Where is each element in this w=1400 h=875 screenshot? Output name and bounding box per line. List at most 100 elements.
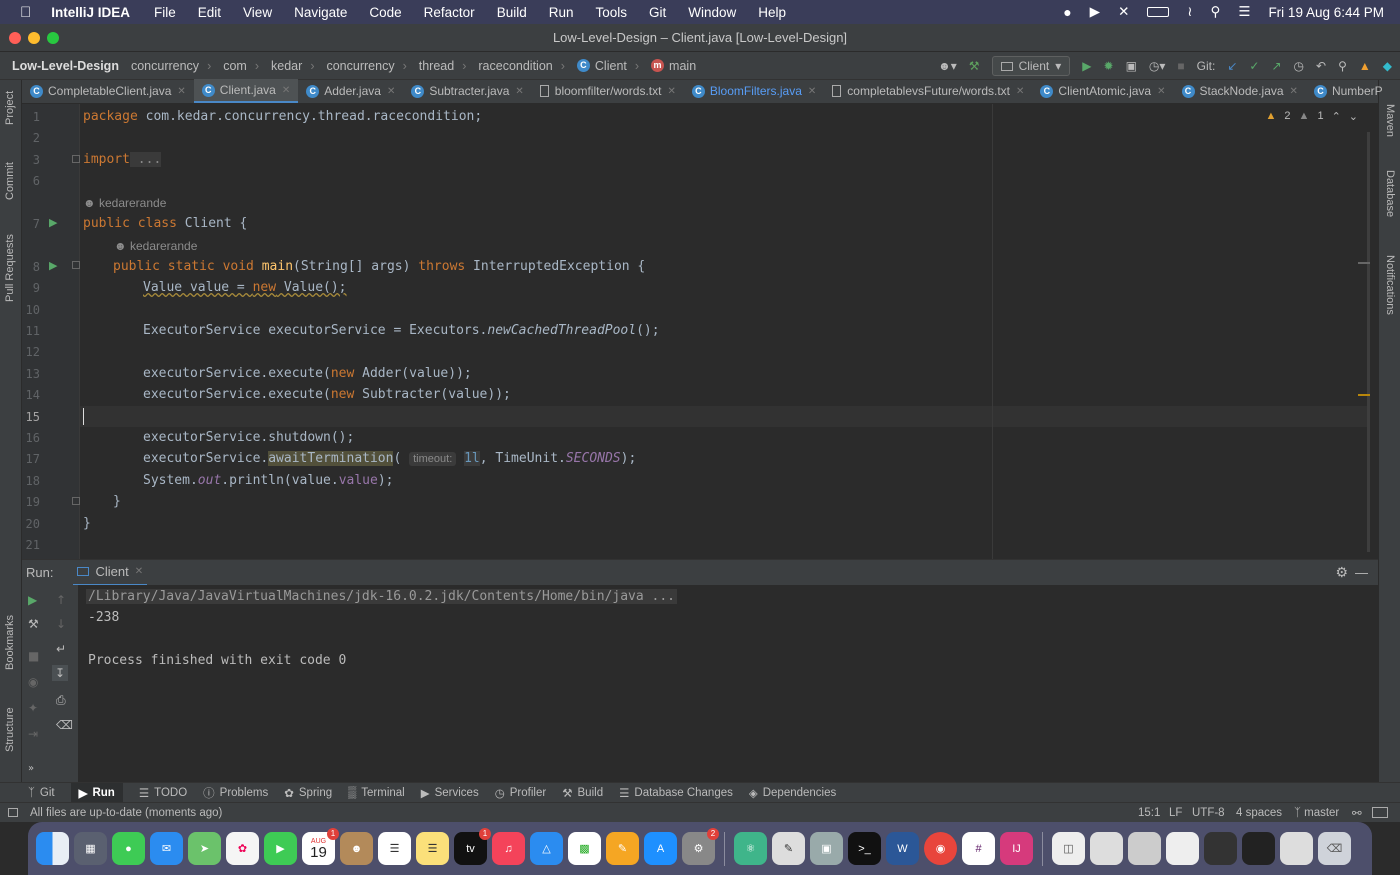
close-icon[interactable]: ✕ [135, 566, 143, 577]
run-gutter-icon[interactable]: ▶ [49, 216, 57, 229]
close-icon[interactable]: ✕ [282, 85, 290, 96]
next-highlight-icon[interactable]: ⌄ [1349, 110, 1358, 123]
exit-icon[interactable]: ⇥ [28, 727, 38, 741]
control-center-icon[interactable]: ☰ [1238, 4, 1250, 20]
finder-icon[interactable] [36, 832, 69, 865]
git-update-icon[interactable]: ↙ [1227, 59, 1237, 73]
pull-requests-tool-button[interactable]: Pull Requests [4, 234, 16, 302]
tab-bloomfilters[interactable]: C BloomFilters.java ✕ [684, 79, 824, 103]
menu-run[interactable]: Run [549, 5, 574, 20]
menu-edit[interactable]: Edit [198, 5, 221, 20]
calendar-icon[interactable]: AUG 19 1 [302, 828, 339, 865]
archive-file-icon[interactable]: ◫ [1052, 832, 1085, 865]
tool-profiler[interactable]: ◷ Profiler [495, 786, 546, 800]
tab-stacknode[interactable]: C StackNode.java ✕ [1174, 79, 1306, 103]
scroll-to-end-icon[interactable]: ↧ [52, 665, 69, 681]
status-message[interactable]: All files are up-to-date (moments ago) [30, 807, 222, 819]
author-hint[interactable]: ☻ kedarerande [114, 239, 197, 253]
launchpad-icon[interactable]: ▦ [74, 832, 107, 865]
inspection-widget[interactable]: ▲ 2 ▲ 1 ⌃ ⌄ [1266, 110, 1358, 123]
lock-icon[interactable]: ⚯ [1352, 806, 1362, 820]
layout-toggle-icon[interactable] [8, 808, 18, 817]
hide-panel-icon[interactable]: — [1355, 565, 1368, 580]
breadcrumb-class[interactable]: C Client › [576, 59, 639, 73]
menu-code[interactable]: Code [369, 5, 401, 20]
close-icon[interactable]: ✕ [515, 86, 523, 97]
close-window-button[interactable] [9, 32, 21, 44]
terminal-icon[interactable]: >_ [848, 832, 881, 865]
keynote-icon[interactable]: △ [530, 832, 563, 865]
editor-scrollbar[interactable] [1367, 132, 1370, 552]
elephant-icon[interactable]: ● [1063, 4, 1071, 20]
menu-view[interactable]: View [243, 5, 272, 20]
commit-tool-button[interactable]: Commit [4, 162, 16, 200]
breadcrumb-item[interactable]: concurrency › [131, 59, 211, 73]
code-editor[interactable]: ▲ 2 ▲ 1 ⌃ ⌄ package com.kedar.concurrency.t… [80, 104, 1378, 559]
menu-help[interactable]: Help [758, 5, 786, 20]
fold-icon[interactable] [72, 261, 80, 269]
bookmarks-tool-button[interactable]: Bookmarks [4, 615, 16, 670]
maps-icon[interactable]: ➤ [188, 832, 221, 865]
word-icon[interactable]: W [886, 832, 919, 865]
print-icon[interactable]: ⎙ [56, 693, 66, 708]
menu-clock[interactable]: Fri 19 Aug 6:44 PM [1268, 5, 1384, 20]
intellij-icon[interactable]: IJ [1000, 832, 1033, 865]
tool-git[interactable]: ᛉ Git [28, 787, 55, 799]
git-push-icon[interactable]: ↗ [1271, 59, 1281, 73]
pages-icon[interactable]: ✎ [606, 832, 639, 865]
menu-app-name[interactable]: IntelliJ IDEA [51, 5, 130, 20]
settings-gear-icon[interactable]: ⚙ [1335, 564, 1348, 581]
facetime-icon[interactable]: ▶ [264, 832, 297, 865]
tab-subtracter[interactable]: C Subtracter.java ✕ [403, 79, 531, 103]
previous-highlight-icon[interactable]: ⌃ [1332, 110, 1341, 123]
close-icon[interactable]: ✕ [387, 86, 395, 97]
user-icon[interactable]: ☻▾ [938, 59, 957, 73]
caret-position[interactable]: 15:1 [1138, 807, 1160, 819]
breadcrumb-project[interactable]: Low-Level-Design [12, 59, 119, 73]
contacts-icon[interactable]: ☻ [340, 832, 373, 865]
file-encoding[interactable]: UTF-8 [1192, 807, 1225, 819]
messages-icon[interactable]: ● [112, 832, 145, 865]
database-tool-button[interactable]: Database [1384, 170, 1396, 217]
author-hint[interactable]: ☻ kedarerande [83, 196, 166, 210]
stop-icon[interactable]: ■ [1177, 59, 1184, 73]
recent-window-thumbnail-icon[interactable] [1242, 832, 1275, 865]
bluetooth-off-icon[interactable]: ✕ [1118, 4, 1129, 20]
git-branch-widget[interactable]: ᛉ master [1294, 807, 1339, 819]
breadcrumb-item[interactable]: kedar › [271, 59, 314, 73]
tool-terminal[interactable]: ▒ Terminal [348, 787, 405, 799]
recent-window-thumbnail-icon[interactable] [1090, 832, 1123, 865]
close-icon[interactable]: ✕ [1290, 86, 1298, 97]
git-commit-icon[interactable]: ✓ [1249, 59, 1259, 73]
numbers-icon[interactable]: ▩ [568, 832, 601, 865]
coverage-icon[interactable]: ▣ [1126, 59, 1137, 73]
tool-services[interactable]: ▶ Services [421, 786, 479, 800]
scroll-down-icon[interactable]: ↓ [56, 617, 66, 631]
run-console[interactable]: /Library/Java/JavaVirtualMachines/jdk-16… [78, 585, 1378, 782]
recent-window-thumbnail-icon[interactable] [1280, 832, 1313, 865]
menu-navigate[interactable]: Navigate [294, 5, 347, 20]
trash-icon[interactable]: ⌫ [1318, 832, 1351, 865]
menu-file[interactable]: File [154, 5, 176, 20]
apple-icon[interactable]:  [20, 4, 31, 21]
tab-client[interactable]: C Client.java ✕ [193, 79, 299, 103]
breadcrumb-method[interactable]: m main [651, 59, 696, 73]
tool-problems[interactable]: ⓘ Problems [203, 785, 268, 801]
notes-icon[interactable]: ☰ [416, 832, 449, 865]
apple-tv-icon[interactable]: tv 1 [454, 828, 491, 865]
restore-layout-icon[interactable]: ✦ [28, 701, 38, 715]
stop-icon[interactable]: ■ [28, 649, 39, 663]
soft-wrap-icon[interactable]: ↵ [56, 642, 66, 656]
run-gutter-icon[interactable]: ▶ [49, 259, 57, 272]
app-store-icon[interactable]: A [644, 832, 677, 865]
zoom-window-button[interactable] [47, 32, 59, 44]
history-icon[interactable]: ◷ [1294, 59, 1304, 73]
menu-refactor[interactable]: Refactor [424, 5, 475, 20]
tab-bloomfilter-words[interactable]: bloomfilter/words.txt ✕ [532, 79, 684, 103]
tool-todo[interactable]: ☰ TODO [139, 786, 187, 800]
indent-setting[interactable]: 4 spaces [1236, 807, 1282, 819]
build-hammer-icon[interactable]: ⚒ [969, 59, 980, 73]
close-icon[interactable]: ✕ [177, 86, 185, 97]
rerun-icon[interactable]: ▶ [28, 593, 37, 607]
rollback-icon[interactable]: ↶ [1316, 59, 1326, 73]
